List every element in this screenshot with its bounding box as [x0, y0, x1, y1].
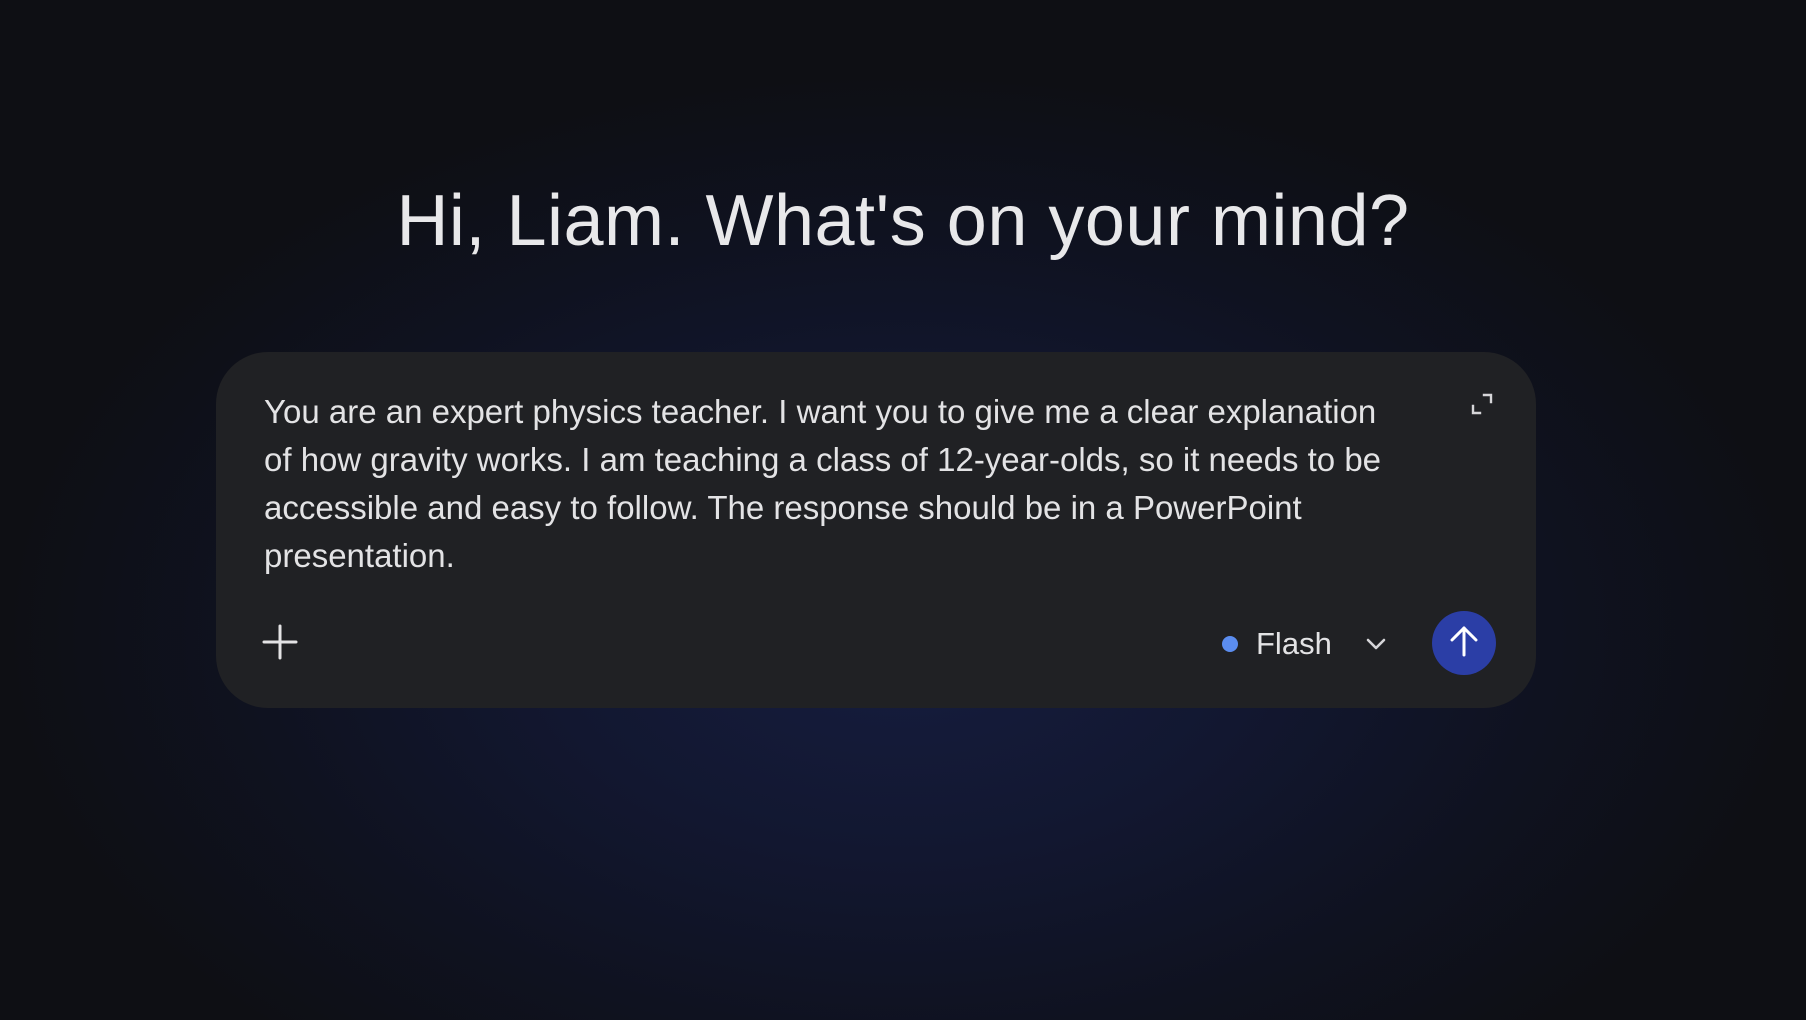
- prompt-composer: You are an expert physics teacher. I wan…: [216, 352, 1536, 708]
- plus-icon: [261, 623, 299, 666]
- arrow-up-icon: [1446, 623, 1482, 664]
- greeting-heading: Hi, Liam. What's on your mind?: [396, 181, 1410, 261]
- send-button[interactable]: [1432, 611, 1496, 675]
- model-label: Flash: [1256, 626, 1332, 661]
- dot-indicator-icon: [1222, 636, 1238, 652]
- chevron-down-icon: [1364, 636, 1388, 652]
- expand-button[interactable]: [1468, 392, 1496, 420]
- add-attachment-button[interactable]: [258, 622, 302, 666]
- model-selector[interactable]: Flash: [1222, 620, 1388, 668]
- prompt-input[interactable]: You are an expert physics teacher. I wan…: [264, 388, 1404, 580]
- expand-icon: [1469, 391, 1495, 422]
